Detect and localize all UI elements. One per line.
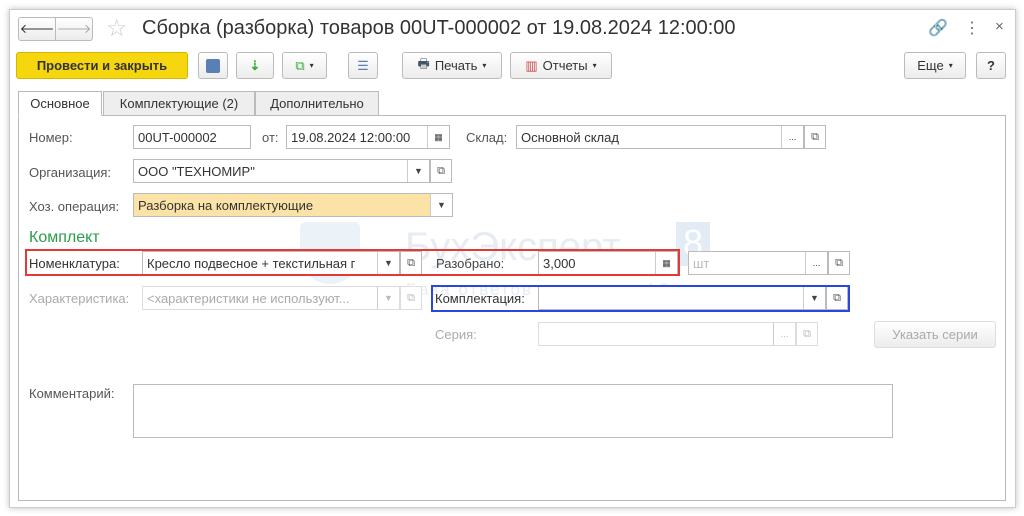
structure-button[interactable]: ☰ xyxy=(348,52,378,79)
date-label: от: xyxy=(262,130,279,145)
date-value: 19.08.2024 12:00:00 xyxy=(291,129,411,145)
operation-label: Хоз. операция: xyxy=(29,199,120,214)
comment-label: Комментарий: xyxy=(29,386,115,401)
kit-section-title: Комплект xyxy=(29,229,100,246)
select-ellipsis-button[interactable]: ... xyxy=(781,126,803,148)
calendar-icon[interactable]: ▦ xyxy=(427,126,449,148)
select-ellipsis-button: ... xyxy=(773,323,795,345)
warehouse-label: Склад: xyxy=(466,130,508,145)
back-button[interactable]: 🡐 xyxy=(18,17,56,41)
arrow-left-icon: 🡐 xyxy=(19,21,55,36)
number-label: Номер: xyxy=(29,130,73,145)
series-input: ... xyxy=(538,322,796,346)
open-series-button: ⧉ xyxy=(796,322,818,346)
characteristic-value: <характеристики не используют... xyxy=(147,290,350,306)
post-icon: ⇣ xyxy=(249,57,261,73)
characteristic-input: <характеристики не используют... ▼ xyxy=(142,286,400,310)
save-button[interactable] xyxy=(198,52,228,79)
tab-components[interactable]: Комплектующие (2) xyxy=(103,91,255,116)
tab-main[interactable]: Основное xyxy=(18,91,102,116)
close-icon[interactable]: × xyxy=(995,18,1004,35)
more-vert-icon[interactable]: ⋮ xyxy=(964,18,980,38)
org-label: Организация: xyxy=(29,165,112,180)
open-characteristic-button: ⧉ xyxy=(400,286,422,310)
open-warehouse-button[interactable]: ⧉ xyxy=(804,125,826,149)
save-icon xyxy=(206,58,220,73)
printer-icon: 🖶 xyxy=(417,55,430,71)
warehouse-input[interactable]: Основной склад... xyxy=(516,125,804,149)
more-button[interactable]: Еще ▾ xyxy=(904,52,966,79)
print-button[interactable]: 🖶 Печать ▾ xyxy=(402,52,502,79)
dropdown-icon[interactable]: ▼ xyxy=(430,194,452,216)
create-based-icon: ⧉ xyxy=(295,57,305,73)
open-unit-button[interactable]: ⧉ xyxy=(828,251,850,275)
create-based-on-button[interactable]: ⧉ ▾ xyxy=(282,52,327,79)
link-icon[interactable]: 🔗 xyxy=(928,18,948,38)
warehouse-value: Основной склад xyxy=(521,129,619,145)
more-label: Еще xyxy=(917,58,944,73)
reports-button[interactable]: ▥ Отчеты ▾ xyxy=(510,52,612,79)
post-and-close-button[interactable]: Провести и закрыть xyxy=(16,52,188,79)
report-icon: ▥ xyxy=(525,57,538,73)
forward-button[interactable]: 🡒 xyxy=(55,17,93,41)
org-value: ООО "ТЕХНОМИР" xyxy=(138,163,255,179)
number-input[interactable]: 00UT-000002 xyxy=(133,125,251,149)
unit-value: шт xyxy=(693,255,710,271)
dropdown-icon[interactable]: ▼ xyxy=(407,160,429,182)
operation-select[interactable]: Разборка на комплектующие ▼ xyxy=(133,193,453,217)
open-org-button[interactable]: ⧉ xyxy=(430,159,452,183)
tab-additional[interactable]: Дополнительно xyxy=(255,91,379,116)
org-input[interactable]: ООО "ТЕХНОМИР" ▼ xyxy=(133,159,430,183)
arrow-right-icon: 🡒 xyxy=(56,21,92,36)
series-label: Серия: xyxy=(435,327,477,342)
list-icon: ☰ xyxy=(357,57,369,73)
date-input[interactable]: 19.08.2024 12:00:00 ▦ xyxy=(286,125,450,149)
specify-series-button[interactable]: Указать серии xyxy=(874,321,996,348)
help-button[interactable]: ? xyxy=(976,52,1006,79)
dropdown-icon: ▼ xyxy=(377,287,399,309)
comment-textarea[interactable] xyxy=(133,384,893,438)
characteristic-label: Характеристика: xyxy=(29,291,130,306)
unit-input[interactable]: шт... xyxy=(688,251,828,275)
select-ellipsis-button[interactable]: ... xyxy=(805,252,827,274)
operation-value: Разборка на комплектующие xyxy=(138,197,314,213)
highlight-blue-frame xyxy=(431,285,850,312)
print-label: Печать xyxy=(434,58,478,73)
highlight-red-frame xyxy=(25,249,680,276)
post-button[interactable]: ⇣ xyxy=(236,52,274,79)
reports-label: Отчеты xyxy=(542,58,588,73)
window-title: Сборка (разборка) товаров 00UT-000002 от… xyxy=(142,17,736,39)
favorite-star-icon[interactable]: ☆ xyxy=(106,14,128,43)
